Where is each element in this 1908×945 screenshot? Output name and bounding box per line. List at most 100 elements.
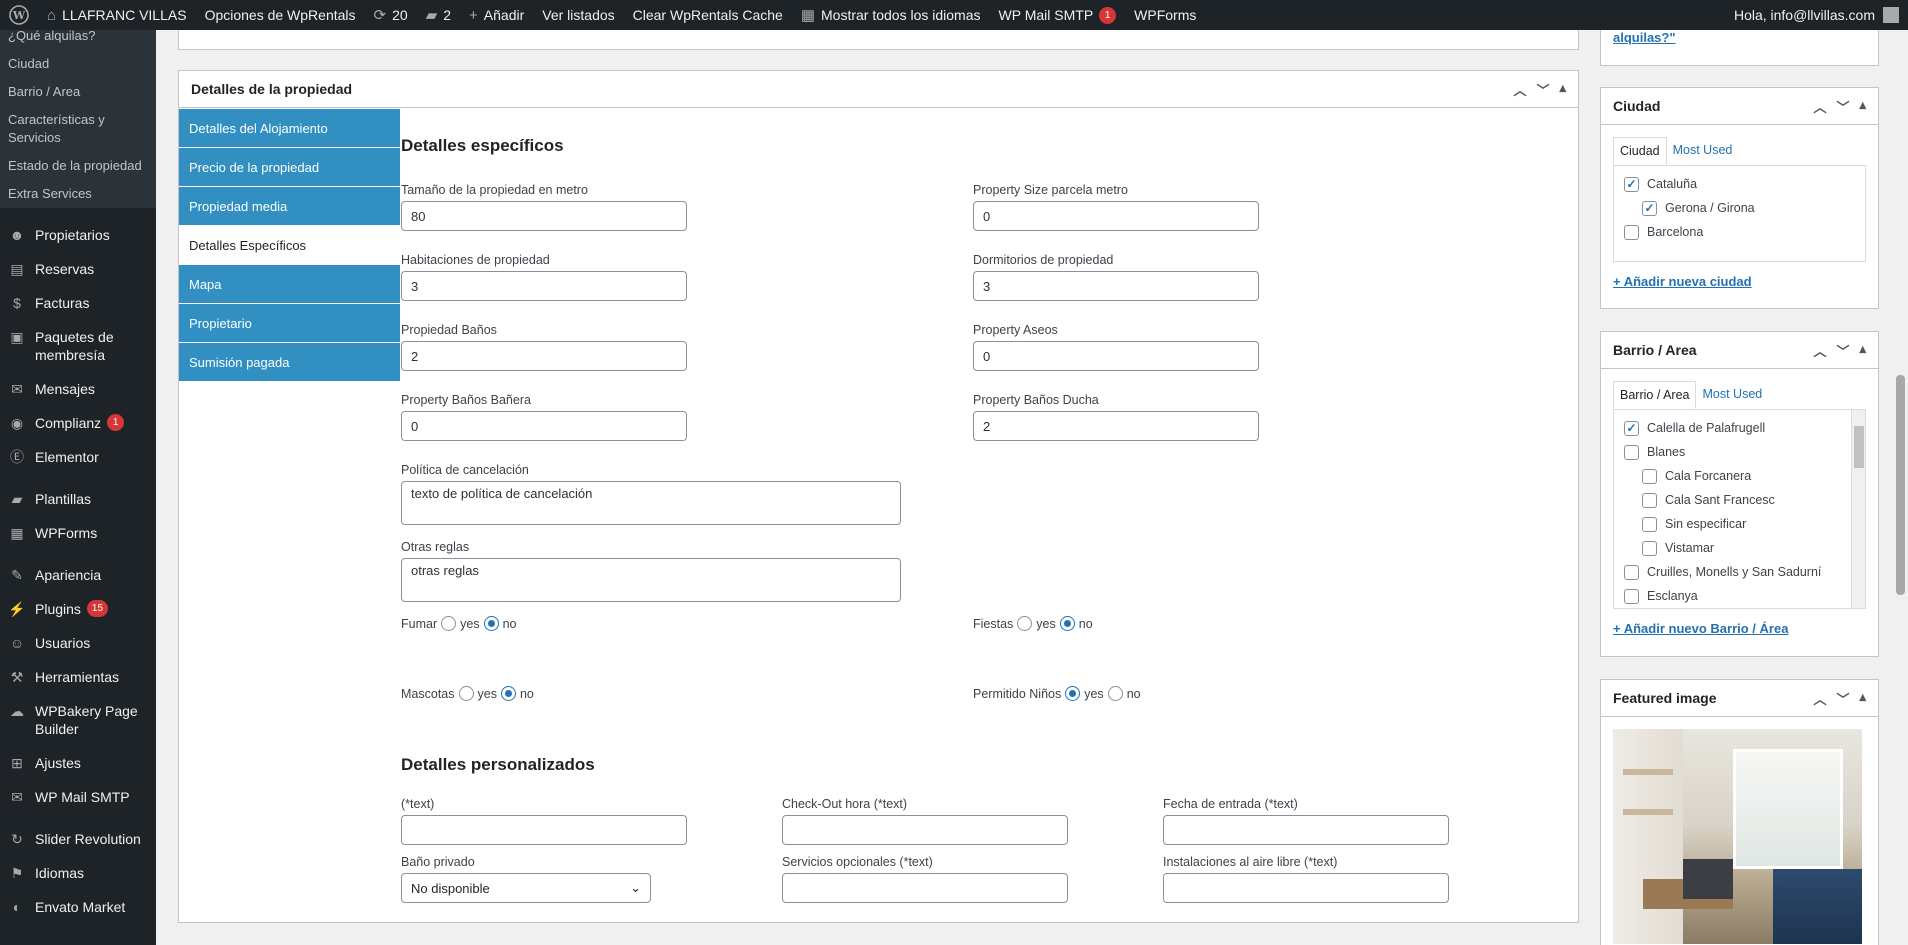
move-up-icon[interactable]: ︿ (1813, 341, 1826, 360)
rooms-input[interactable]: 3 (401, 271, 687, 301)
checklist-item[interactable]: Blanes (1624, 440, 1845, 464)
radio-yes[interactable] (458, 686, 474, 701)
checkbox-checked[interactable]: ✓ (1642, 200, 1657, 216)
checkbox[interactable] (1624, 564, 1639, 580)
shower-input[interactable]: 2 (973, 411, 1259, 441)
checkbox[interactable] (1642, 468, 1657, 484)
wordpress-logo-icon[interactable]: W (0, 0, 38, 30)
sidebar-item-herramientas[interactable]: ⚒ Herramientas (0, 660, 156, 694)
sidebar-item-complianz[interactable]: ◉ Complianz 1 (0, 406, 156, 440)
radio-no[interactable] (483, 616, 499, 631)
bedrooms-input[interactable]: 3 (973, 271, 1259, 301)
toggle-panel-icon[interactable]: ▴ (1559, 80, 1566, 99)
checklist-item[interactable]: Sin especificar (1624, 512, 1845, 536)
checkbox[interactable] (1642, 540, 1657, 556)
outdoor-input[interactable] (1163, 873, 1449, 903)
bathtub-input[interactable]: 0 (401, 411, 687, 441)
optional-services-input[interactable] (782, 873, 1068, 903)
tab-propietario[interactable]: Propietario (179, 304, 400, 343)
add-city-link[interactable]: + Añadir nueva ciudad (1613, 274, 1866, 289)
updates-link[interactable]: ⟳ 20 (365, 0, 417, 30)
what-rent-link[interactable]: alquilas?" (1613, 30, 1866, 45)
size-input[interactable]: 80 (401, 201, 687, 231)
toggle-panel-icon[interactable]: ▴ (1859, 689, 1866, 708)
sidebar-item-wpbakery-page-builder[interactable]: ☁ WPBakery Page Builder (0, 694, 156, 746)
checklist-item[interactable]: ✓ Calella de Palafrugell (1624, 416, 1845, 440)
sidebar-item-reservas[interactable]: ▤ Reservas (0, 252, 156, 286)
add-area-link[interactable]: + Añadir nuevo Barrio / Área (1613, 621, 1866, 636)
toggle-panel-icon[interactable]: ▴ (1859, 341, 1866, 360)
cancellation-textarea[interactable]: texto de política de cancelación (401, 481, 901, 525)
site-name-link[interactable]: ⌂ LLAFRANC VILLAS (38, 0, 196, 30)
languages-link[interactable]: ▦ Mostrar todos los idiomas (792, 0, 990, 30)
toggle-panel-icon[interactable]: ▴ (1859, 97, 1866, 116)
radio-no[interactable] (1059, 616, 1075, 631)
wp-mail-smtp-link[interactable]: WP Mail SMTP 1 (990, 0, 1126, 30)
sidebar-item-paquetes-de-membres-a[interactable]: ▣ Paquetes de membresía (0, 320, 156, 372)
tab-most-used[interactable]: Most Used (1667, 137, 1739, 165)
submenu-item[interactable]: Extra Services (0, 180, 156, 208)
wprentals-options-link[interactable]: Opciones de WpRentals (196, 0, 365, 30)
checkbox[interactable] (1624, 224, 1639, 240)
sidebar-item-plantillas[interactable]: ▰ Plantillas (0, 482, 156, 516)
checklist-item[interactable]: Barcelona (1624, 220, 1855, 244)
sidebar-item-usuarios[interactable]: ☺ Usuarios (0, 626, 156, 660)
sidebar-item-facturas[interactable]: $ Facturas (0, 286, 156, 320)
plot-size-input[interactable]: 0 (973, 201, 1259, 231)
sidebar-item-elementor[interactable]: Ⓔ Elementor (0, 440, 156, 474)
tab-mapa[interactable]: Mapa (179, 265, 400, 304)
submenu-item[interactable]: Estado de la propiedad (0, 152, 156, 180)
clear-cache-link[interactable]: Clear WpRentals Cache (624, 0, 792, 30)
checkin-input[interactable] (1163, 815, 1449, 845)
sidebar-item-propietarios[interactable]: ☻ Propietarios (0, 218, 156, 252)
add-new-link[interactable]: + Añadir (460, 0, 533, 30)
page-scrollbar[interactable] (1893, 30, 1908, 945)
checkout-input[interactable] (782, 815, 1068, 845)
sidebar-item-envato-market[interactable]: ◐ Envato Market (0, 890, 156, 924)
sidebar-item-plugins[interactable]: ⚡ Plugins 15 (0, 592, 156, 626)
move-up-icon[interactable]: ︿ (1513, 80, 1526, 99)
checkbox-checked[interactable]: ✓ (1624, 176, 1639, 192)
move-down-icon[interactable]: ﹀ (1836, 97, 1849, 116)
radio-yes[interactable] (1065, 686, 1081, 701)
checkbox[interactable] (1624, 588, 1639, 604)
checklist-item[interactable]: ✓ Gerona / Girona (1624, 196, 1855, 220)
sidebar-item-apariencia[interactable]: ✎ Apariencia (0, 558, 156, 592)
submenu-item[interactable]: Ciudad (0, 50, 156, 78)
move-down-icon[interactable]: ﹀ (1836, 341, 1849, 360)
sidebar-item-slider-revolution[interactable]: ↻ Slider Revolution (0, 822, 156, 856)
radio-yes[interactable] (441, 616, 457, 631)
tab-precio-de-la-propiedad[interactable]: Precio de la propiedad (179, 148, 400, 187)
checklist-item[interactable]: Esclanya (1624, 584, 1845, 608)
checkbox[interactable] (1642, 516, 1657, 532)
move-down-icon[interactable]: ﹀ (1536, 80, 1549, 99)
toilets-input[interactable]: 0 (973, 341, 1259, 371)
checkbox[interactable] (1624, 444, 1639, 460)
private-bath-select[interactable]: No disponible ⌄ (401, 873, 651, 903)
checkbox-checked[interactable]: ✓ (1624, 420, 1639, 436)
tab-all-areas[interactable]: Barrio / Area (1613, 381, 1697, 409)
account-greeting[interactable]: Hola, info@llvillas.com (1725, 0, 1908, 30)
other-rules-textarea[interactable]: otras reglas (401, 558, 901, 602)
radio-no[interactable] (1107, 686, 1123, 701)
move-up-icon[interactable]: ︿ (1813, 689, 1826, 708)
checklist-item[interactable]: Cala Sant Francesc (1624, 488, 1845, 512)
comments-link[interactable]: ▰ 2 (417, 0, 460, 30)
checklist-item[interactable]: Vistamar (1624, 536, 1845, 560)
sidebar-item-ajustes[interactable]: ⊞ Ajustes (0, 746, 156, 780)
submenu-item[interactable]: ¿Qué alquilas? (0, 30, 156, 50)
wpforms-link[interactable]: WPForms (1125, 0, 1205, 30)
sidebar-item-wpforms[interactable]: ▦ WPForms (0, 516, 156, 550)
custom-text-input[interactable] (401, 815, 687, 845)
sidebar-item-wp-mail-smtp[interactable]: ✉ WP Mail SMTP (0, 780, 156, 814)
bathrooms-input[interactable]: 2 (401, 341, 687, 371)
checkbox[interactable] (1642, 492, 1657, 508)
checklist-item[interactable]: Cruilles, Monells y San Sadurní (1624, 560, 1845, 584)
checklist-item[interactable]: Cala Forcanera (1624, 464, 1845, 488)
view-listings-link[interactable]: Ver listados (533, 0, 623, 30)
move-up-icon[interactable]: ︿ (1813, 97, 1826, 116)
radio-no[interactable] (500, 686, 516, 701)
tab-sumision-pagada[interactable]: Sumisión pagada (179, 343, 400, 382)
tab-propiedad-media[interactable]: Propiedad media (179, 187, 400, 226)
tab-most-used[interactable]: Most Used (1696, 381, 1768, 409)
